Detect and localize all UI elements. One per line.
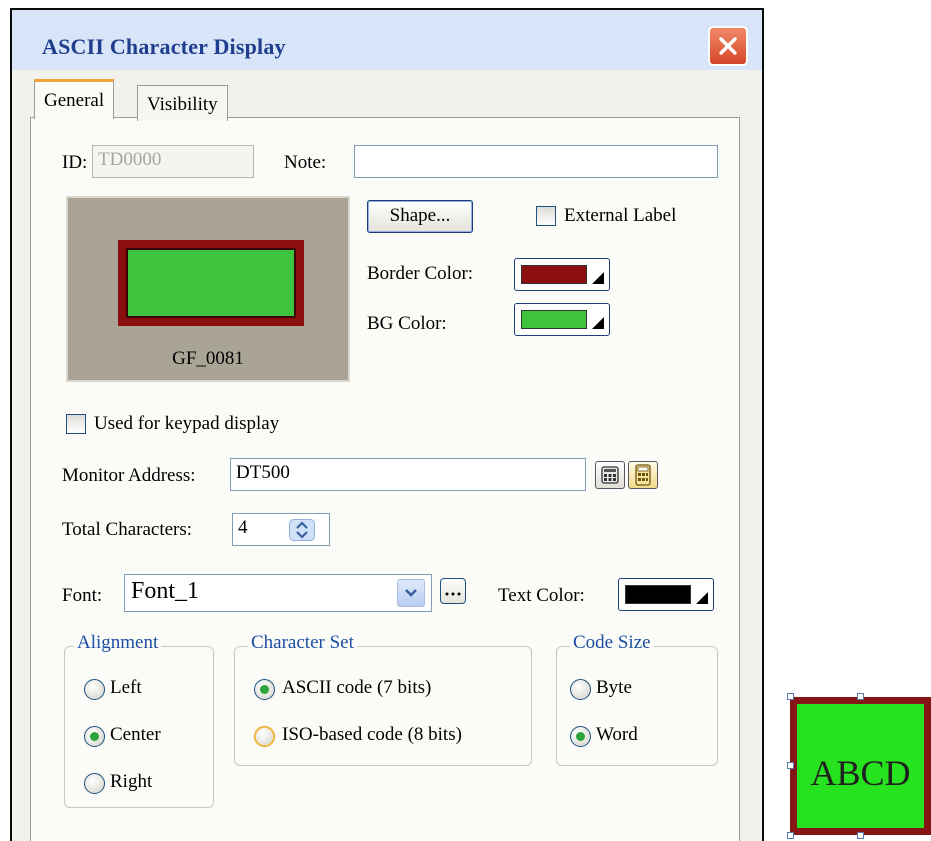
alignment-left-label: Left (110, 677, 142, 698)
resize-handle[interactable] (787, 832, 794, 839)
calculator-icon (601, 466, 619, 484)
tab-general[interactable]: General (34, 79, 115, 119)
total-characters-stepper[interactable]: 4 (232, 513, 330, 546)
total-characters-label: Total Characters: (62, 519, 193, 540)
calculator-button[interactable] (595, 461, 625, 489)
text-color-picker[interactable] (618, 578, 714, 611)
preview-caption: GF_0081 (172, 348, 244, 369)
total-characters-value: 4 (238, 517, 248, 538)
monitor-address-value: DT500 (236, 462, 290, 483)
preview-shape (118, 240, 304, 326)
ascii-display-text: ABCD (810, 753, 911, 793)
bg-color-swatch (521, 310, 587, 329)
chevron-down-icon (405, 589, 417, 597)
code-size-group (556, 646, 718, 766)
note-input[interactable] (354, 145, 718, 178)
resize-handle[interactable] (787, 762, 794, 769)
id-label: ID: (62, 152, 88, 173)
alignment-title: Alignment (74, 632, 162, 654)
alignment-right-radio[interactable] (84, 773, 105, 794)
dropdown-triangle-icon (592, 317, 604, 329)
alignment-center-radio[interactable] (84, 726, 105, 747)
id-field: TD0000 (92, 145, 254, 178)
tab-visibility-label: Visibility (147, 94, 218, 115)
keypad-icon (635, 464, 651, 486)
alignment-center-label: Center (110, 724, 161, 745)
note-label: Note: (284, 152, 327, 173)
keypad-display-label: Used for keypad display (94, 413, 280, 434)
ascii-code-radio[interactable] (254, 679, 275, 700)
code-size-byte-radio[interactable] (570, 679, 591, 700)
close-button[interactable] (708, 26, 748, 66)
border-color-swatch (521, 265, 587, 284)
resize-handle[interactable] (787, 693, 794, 700)
shape-button-label: Shape... (389, 205, 451, 226)
ellipsis-icon (445, 592, 461, 596)
font-select[interactable]: Font_1 (124, 574, 432, 612)
ascii-code-label: ASCII code (7 bits) (282, 677, 432, 698)
code-size-word-label: Word (596, 724, 638, 745)
bg-color-picker[interactable] (514, 303, 610, 336)
keypad-display-checkbox[interactable] (66, 414, 86, 434)
title-bar[interactable]: ASCII Character Display (12, 10, 762, 70)
id-value: TD0000 (98, 149, 162, 170)
text-color-swatch (625, 585, 691, 604)
character-set-group (234, 646, 532, 766)
external-label-checkbox[interactable] (536, 206, 556, 226)
resize-handle[interactable] (857, 832, 864, 839)
dropdown-triangle-icon (696, 592, 708, 604)
border-color-label: Border Color: (367, 263, 474, 284)
resize-handle[interactable] (857, 693, 864, 700)
monitor-address-label: Monitor Address: (62, 465, 196, 486)
tab-general-label: General (44, 90, 105, 111)
character-set-title: Character Set (248, 632, 357, 654)
ascii-display-widget[interactable]: ABCD (790, 697, 931, 835)
close-icon (719, 37, 737, 55)
code-size-word-radio[interactable] (570, 726, 591, 747)
font-label: Font: (62, 585, 103, 606)
tab-visibility[interactable]: Visibility (137, 85, 228, 121)
font-dropdown-button[interactable] (397, 579, 425, 607)
alignment-left-radio[interactable] (84, 679, 105, 700)
shape-button[interactable]: Shape... (367, 200, 473, 233)
dropdown-triangle-icon (592, 272, 604, 284)
code-size-byte-label: Byte (596, 677, 632, 698)
external-label-text: External Label (564, 205, 677, 226)
bg-color-label: BG Color: (367, 313, 447, 334)
border-color-picker[interactable] (514, 258, 610, 291)
alignment-right-label: Right (110, 771, 153, 792)
font-value: Font_1 (131, 578, 200, 604)
code-size-title: Code Size (570, 632, 654, 654)
monitor-address-input[interactable]: DT500 (230, 458, 586, 491)
iso-code-radio[interactable] (254, 726, 275, 747)
iso-code-label: ISO-based code (8 bits) (282, 724, 462, 745)
text-color-label: Text Color: (498, 585, 585, 606)
spinner-icon[interactable] (289, 519, 315, 541)
dialog-title: ASCII Character Display (42, 34, 286, 59)
shape-preview: GF_0081 (66, 196, 350, 382)
keypad-button[interactable] (628, 461, 658, 489)
font-options-button[interactable] (440, 578, 466, 604)
